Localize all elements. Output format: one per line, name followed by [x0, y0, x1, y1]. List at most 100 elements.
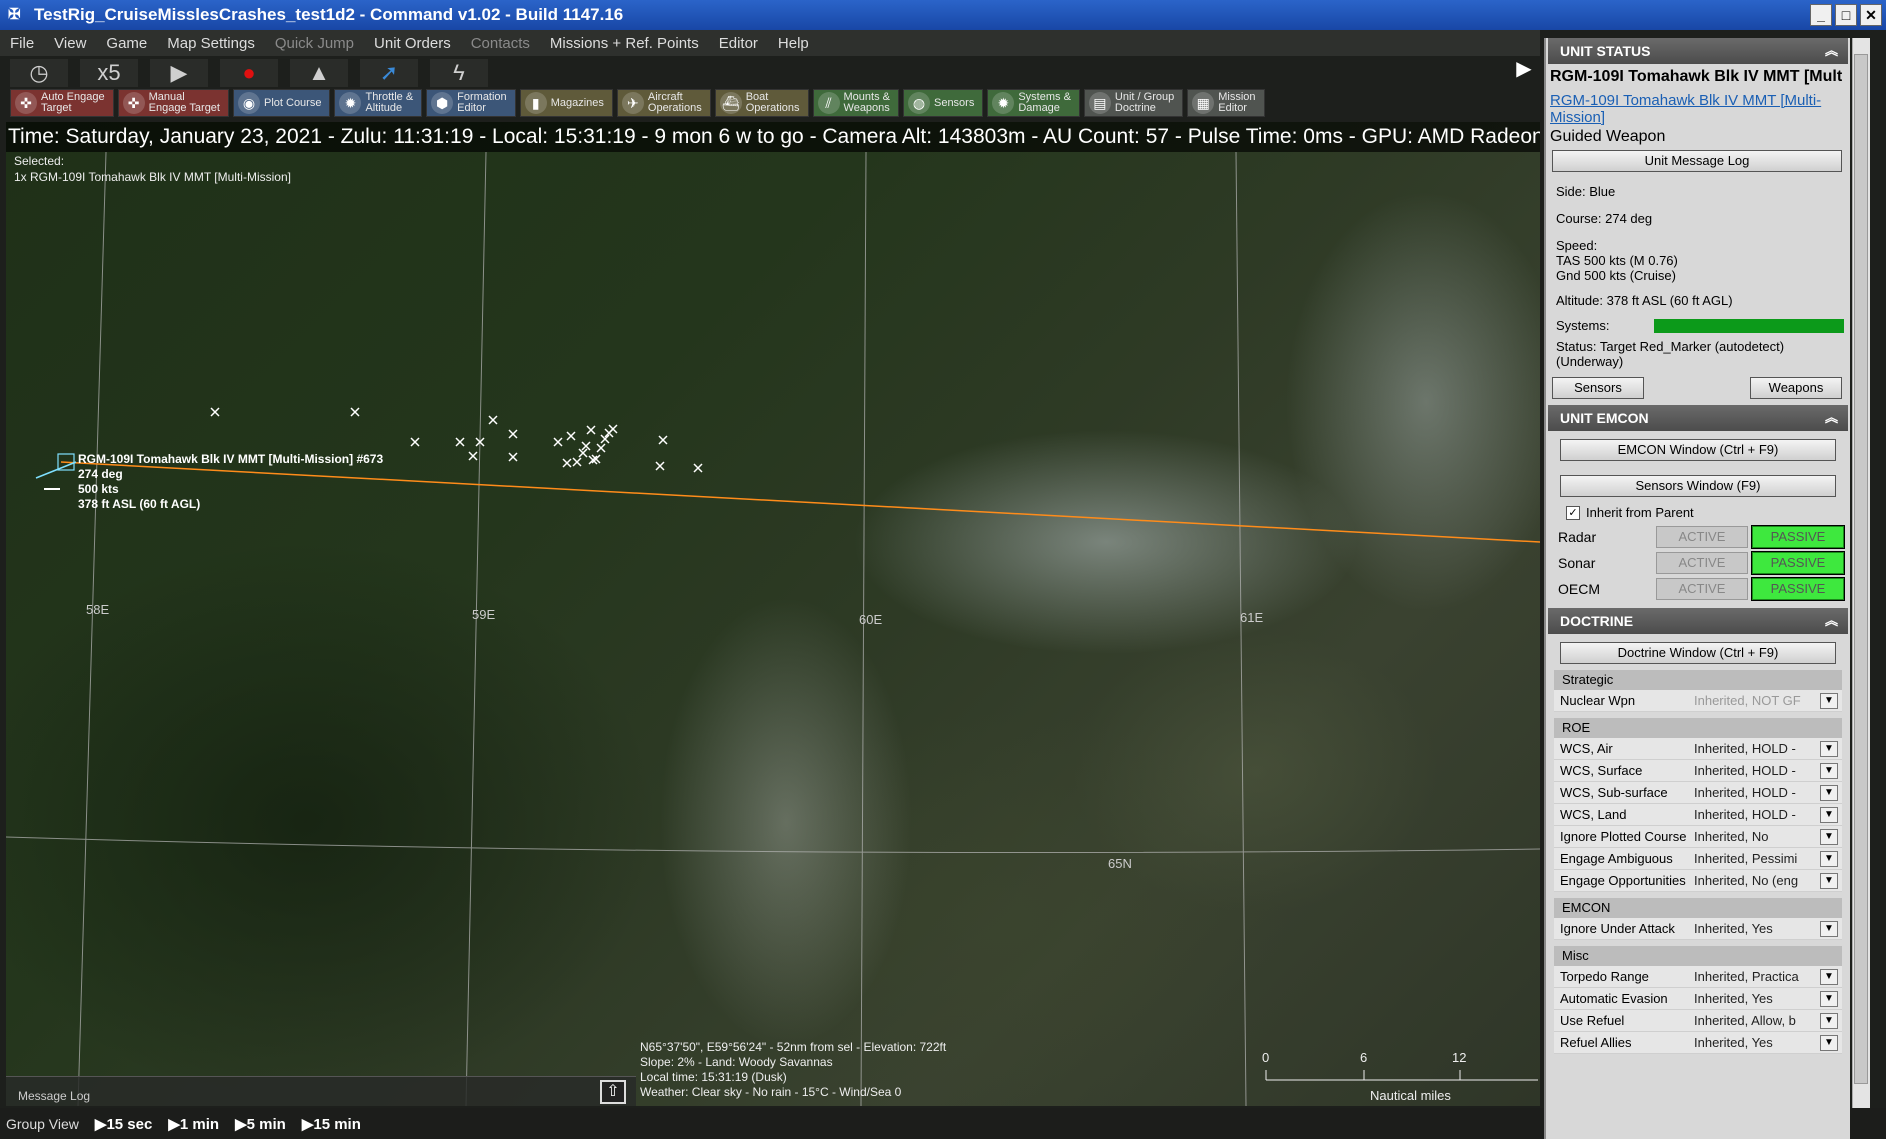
emcon-window-button[interactable]: EMCON Window (Ctrl + F9)	[1560, 439, 1836, 461]
clock-icon[interactable]: ◷	[10, 59, 68, 87]
toolbar-boat-button[interactable]: ⛴ Boat Operations	[714, 89, 809, 117]
sensors-button[interactable]: Sensors	[1552, 377, 1644, 399]
cursor-position: N65°37'50", E59°56'24" - 52nm from sel -…	[640, 1040, 947, 1054]
doctrine-row[interactable]: Use Refuel Inherited, Allow, b ▼	[1554, 1010, 1842, 1032]
menu-game[interactable]: Game	[106, 35, 147, 52]
minimize-button[interactable]: _	[1810, 4, 1832, 26]
menu-map-settings[interactable]: Map Settings	[167, 35, 255, 52]
menu-contacts[interactable]: Contacts	[471, 35, 530, 52]
step-icon[interactable]: ▲	[290, 59, 348, 87]
doctrine-row[interactable]: WCS, Land Inherited, HOLD - ▼	[1554, 804, 1842, 826]
play-button[interactable]: ▶	[150, 59, 208, 87]
dropdown-chevron-icon[interactable]: ▼	[1820, 762, 1838, 779]
doctrine-row[interactable]: Refuel Allies Inherited, Yes ▼	[1554, 1032, 1842, 1054]
doctrine-row[interactable]: Engage Ambiguous Inherited, Pessimi ▼	[1554, 848, 1842, 870]
menu-help[interactable]: Help	[778, 35, 809, 52]
grid-label-65n: 65N	[1108, 856, 1132, 871]
contact-mark	[581, 441, 591, 451]
toolbar-sensors-button[interactable]: ◍ Sensors	[902, 89, 984, 117]
doctrine-row[interactable]: Engage Opportunities Inherited, No (eng …	[1554, 870, 1842, 892]
emcon-active-button[interactable]: ACTIVE	[1655, 552, 1748, 574]
dropdown-chevron-icon[interactable]: ▼	[1820, 1034, 1838, 1051]
doctrine-group-misc[interactable]: Misc	[1554, 946, 1842, 966]
doctrine-row[interactable]: Ignore Under Attack Inherited, Yes ▼	[1554, 918, 1842, 940]
doctrine-row[interactable]: WCS, Air Inherited, HOLD - ▼	[1554, 738, 1842, 760]
dropdown-chevron-icon[interactable]: ▼	[1820, 872, 1838, 889]
record-button[interactable]: ●	[220, 59, 278, 87]
doctrine-row[interactable]: WCS, Sub-surface Inherited, HOLD - ▼	[1554, 782, 1842, 804]
panel-toggle-arrow-icon[interactable]: ▶	[1512, 56, 1536, 80]
doctrine-group-emcon[interactable]: EMCON	[1554, 898, 1842, 918]
maximize-button[interactable]: □	[1835, 4, 1857, 26]
scale-tick-6: 6	[1360, 1050, 1368, 1065]
toolbar-auto-engage-button[interactable]: ✜ Auto Engage Target	[10, 89, 114, 117]
emcon-passive-button[interactable]: PASSIVE	[1750, 551, 1846, 575]
toolbar-mission-button[interactable]: ▦ Mission Editor	[1187, 89, 1265, 117]
jump-icon[interactable]: ➚	[360, 59, 418, 87]
unit-class-link[interactable]: RGM-109I Tomahawk Blk IV MMT [Multi-Miss…	[1550, 92, 1844, 126]
toolbar-systems-button[interactable]: ✹ Systems & Damage	[987, 89, 1080, 117]
menu-view[interactable]: View	[54, 35, 86, 52]
lightning-icon[interactable]: ϟ	[430, 59, 488, 87]
close-button[interactable]: ✕	[1860, 4, 1882, 26]
time-compression-label[interactable]: x5	[80, 59, 138, 87]
dropdown-chevron-icon[interactable]: ▼	[1820, 692, 1838, 709]
doctrine-group-roe[interactable]: ROE	[1554, 718, 1842, 738]
doctrine-row[interactable]: WCS, Surface Inherited, HOLD - ▼	[1554, 760, 1842, 782]
emcon-passive-button[interactable]: PASSIVE	[1750, 577, 1846, 601]
menu-file[interactable]: File	[10, 35, 34, 52]
dropdown-chevron-icon[interactable]: ▼	[1820, 828, 1838, 845]
doctrine-row[interactable]: Automatic Evasion Inherited, Yes ▼	[1554, 988, 1842, 1010]
unit-systems-label: Systems:	[1556, 318, 1610, 333]
group-view-toggle[interactable]: Group View	[6, 1116, 79, 1132]
emcon-passive-button[interactable]: PASSIVE	[1750, 525, 1846, 549]
toolbar-formation-button[interactable]: ⬢ Formation Editor	[426, 89, 516, 117]
dropdown-chevron-icon[interactable]: ▼	[1820, 740, 1838, 757]
menu-quick-jump[interactable]: Quick Jump	[275, 35, 354, 52]
unit-emcon-header[interactable]: UNIT EMCON ︽	[1548, 405, 1848, 431]
doctrine-header[interactable]: DOCTRINE ︽	[1548, 608, 1848, 634]
toolbar-throttle-button[interactable]: ✹ Throttle & Altitude	[334, 89, 423, 117]
toolbar-plot-course-button[interactable]: ◉ Plot Course	[232, 89, 331, 117]
dropdown-chevron-icon[interactable]: ▼	[1820, 806, 1838, 823]
menu-unit-orders[interactable]: Unit Orders	[374, 35, 451, 52]
dropdown-chevron-icon[interactable]: ▼	[1820, 990, 1838, 1007]
dropdown-chevron-icon[interactable]: ▼	[1820, 784, 1838, 801]
doctrine-row[interactable]: Torpedo Range Inherited, Practica ▼	[1554, 966, 1842, 988]
dropdown-chevron-icon[interactable]: ▼	[1820, 968, 1838, 985]
doctrine-groups: Strategic Nuclear Wpn Inherited, NOT GF ▼…	[1546, 670, 1850, 1054]
doctrine-value: Inherited, Pessimi	[1694, 851, 1798, 866]
unit-status-header[interactable]: UNIT STATUS ︽	[1548, 38, 1848, 64]
dropdown-chevron-icon[interactable]: ▼	[1820, 1012, 1838, 1029]
doctrine-row[interactable]: Nuclear Wpn Inherited, NOT GF ▼	[1554, 690, 1842, 712]
emcon-active-button[interactable]: ACTIVE	[1655, 526, 1748, 548]
menu-missions-ref-points[interactable]: Missions + Ref. Points	[550, 35, 699, 52]
toolbar-label: Aircraft Operations	[647, 91, 702, 114]
toolbar-manual-button[interactable]: ✜ Manual Engage Target	[117, 89, 229, 117]
doctrine-window-button[interactable]: Doctrine Window (Ctrl + F9)	[1560, 642, 1836, 664]
panel-scrollbar-thumb[interactable]	[1854, 54, 1868, 1084]
step-15-min[interactable]: ▶15 min	[302, 1115, 361, 1133]
doctrine-group-strategic[interactable]: Strategic	[1554, 670, 1842, 690]
weapons-icon: ⫽	[817, 92, 840, 114]
inherit-checkbox[interactable]: ✓	[1566, 505, 1580, 520]
dropdown-chevron-icon[interactable]: ▼	[1820, 850, 1838, 867]
step-1-min[interactable]: ▶1 min	[168, 1115, 219, 1133]
message-log-expand-icon[interactable]: ⇧	[600, 1080, 626, 1104]
message-log[interactable]: Message Log	[6, 1076, 636, 1106]
unit-message-log-button[interactable]: Unit Message Log	[1552, 150, 1842, 172]
toolbar-aircraft-button[interactable]: ✈ Aircraft Operations	[616, 89, 711, 117]
emcon-active-button[interactable]: ACTIVE	[1655, 578, 1748, 600]
toolbar-magazines-button[interactable]: ▮ Magazines	[519, 89, 613, 117]
unit-map-label[interactable]: RGM-109I Tomahawk Blk IV MMT [Multi-Miss…	[78, 452, 383, 512]
map-view[interactable]: 58E 59E 60E 61E 65N	[6, 122, 1540, 1106]
weapons-button[interactable]: Weapons	[1750, 377, 1842, 399]
sensors-window-button[interactable]: Sensors Window (F9)	[1560, 475, 1836, 497]
toolbar-unit-group-button[interactable]: ▤ Unit / Group Doctrine	[1083, 89, 1184, 117]
toolbar-mounts-button[interactable]: ⫽ Mounts & Weapons	[812, 89, 899, 117]
doctrine-row[interactable]: Ignore Plotted Course Inherited, No ▼	[1554, 826, 1842, 848]
menu-editor[interactable]: Editor	[719, 35, 758, 52]
step-15-sec[interactable]: ▶15 sec	[95, 1115, 152, 1133]
dropdown-chevron-icon[interactable]: ▼	[1820, 920, 1838, 937]
step-5-min[interactable]: ▶5 min	[235, 1115, 286, 1133]
